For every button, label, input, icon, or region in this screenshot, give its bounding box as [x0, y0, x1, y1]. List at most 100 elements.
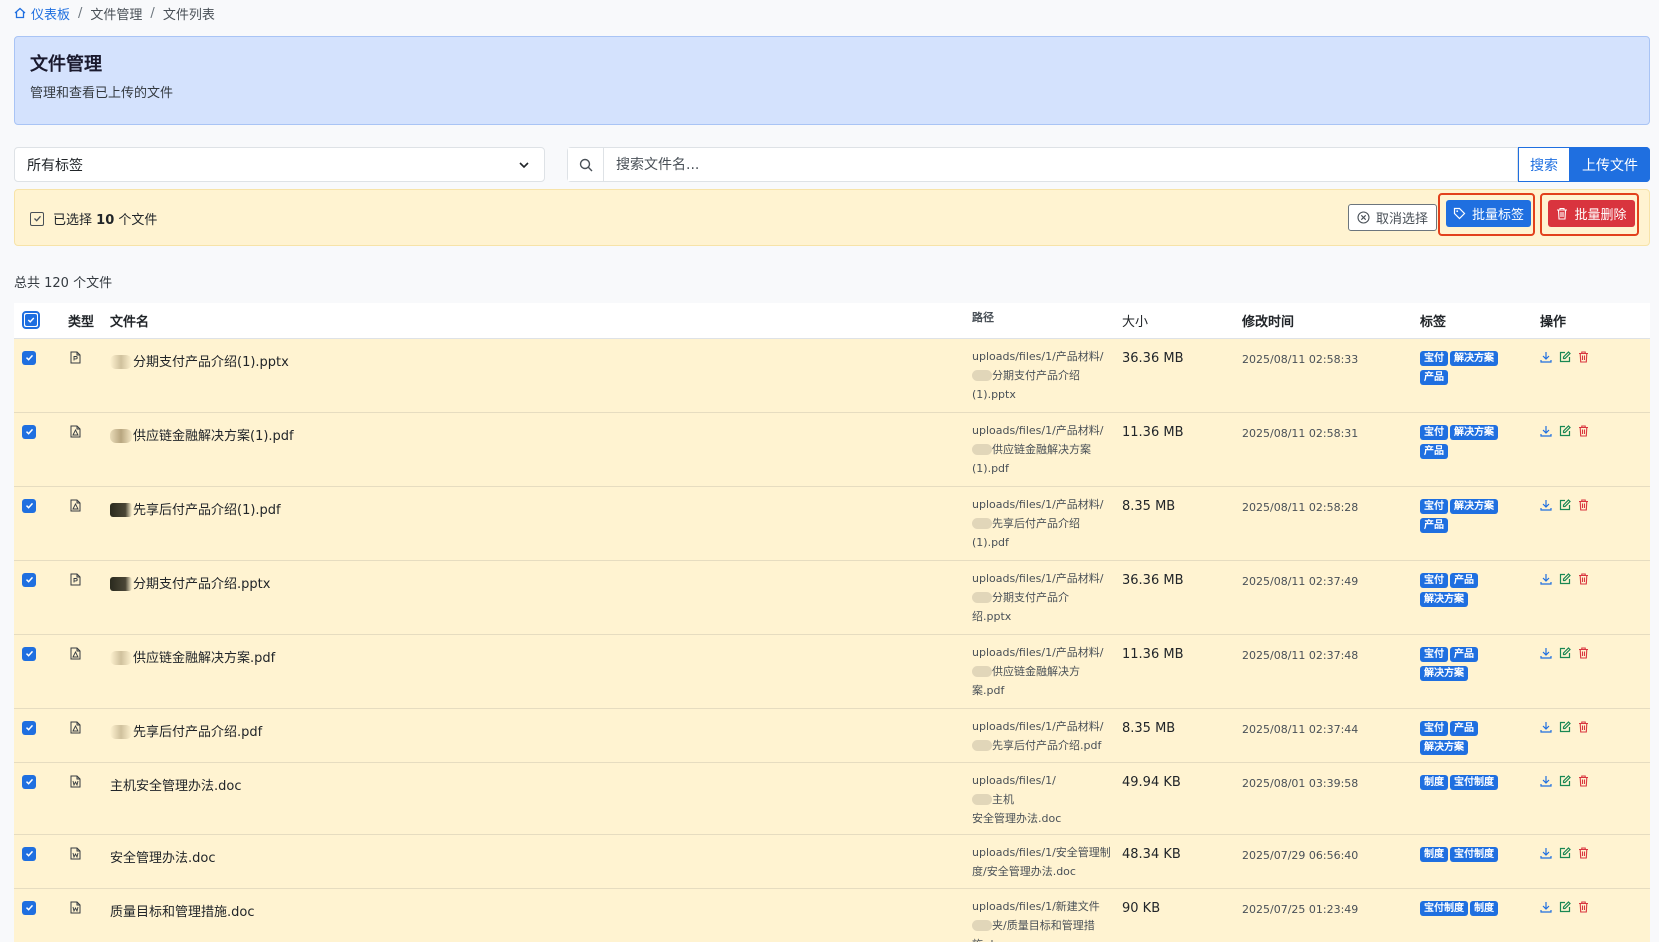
file-path-b: 分期支付产品介绍	[992, 368, 1080, 382]
tag-filter-select[interactable]: 所有标签	[14, 147, 545, 182]
delete-icon[interactable]	[1578, 498, 1589, 515]
table-row[interactable]: 先享后付产品介绍(1).pdf uploads/files/1/产品材料/ 先享…	[14, 486, 1650, 561]
delete-icon[interactable]	[1578, 720, 1589, 737]
row-checkbox[interactable]	[22, 774, 36, 789]
file-size: 11.36 MB	[1122, 424, 1184, 440]
row-checkbox[interactable]	[22, 900, 36, 915]
table-row[interactable]: 分期支付产品介绍.pptx uploads/files/1/产品材料/ 分期支付…	[14, 560, 1650, 635]
row-checkbox[interactable]	[22, 498, 36, 513]
highlight-box-batch-tag: 批量标签	[1438, 193, 1535, 236]
file-name[interactable]: 分期支付产品介绍.pptx	[133, 577, 270, 592]
file-size: 36.36 MB	[1122, 350, 1184, 366]
file-modified-time: 2025/07/25 01:23:49	[1242, 902, 1359, 916]
file-tags: 宝付制度 制度	[1420, 900, 1540, 919]
row-checkbox[interactable]	[22, 572, 36, 587]
search-input[interactable]	[603, 147, 1518, 182]
edit-icon[interactable]	[1559, 498, 1571, 515]
select-all-checkbox[interactable]	[22, 311, 40, 330]
selection-prefix: 已选择	[53, 213, 93, 228]
header-name: 文件名	[110, 303, 972, 339]
file-size: 48.34 KB	[1122, 846, 1181, 862]
cancel-selection-label: 取消选择	[1375, 212, 1428, 227]
row-checkbox[interactable]	[22, 646, 36, 661]
batch-tag-button[interactable]: 批量标签	[1446, 200, 1531, 227]
tag-badge: 宝付	[1420, 350, 1448, 366]
selection-suffix: 个文件	[118, 213, 158, 228]
tag-badge: 解决方案	[1450, 498, 1498, 514]
download-icon[interactable]	[1540, 647, 1552, 663]
row-checkbox[interactable]	[22, 424, 36, 439]
edit-icon[interactable]	[1559, 350, 1571, 367]
file-name[interactable]: 质量目标和管理措施.doc	[110, 905, 255, 920]
table-row[interactable]: 安全管理办法.doc uploads/files/1/安全管理制 度/安全管理办…	[14, 834, 1650, 889]
delete-icon[interactable]	[1578, 900, 1589, 917]
row-actions	[1540, 424, 1650, 441]
file-tags: 宝付 解决方案 产品	[1420, 498, 1540, 536]
search-button[interactable]: 搜索	[1518, 147, 1570, 182]
delete-icon[interactable]	[1578, 774, 1589, 791]
file-tags: 宝付 产品 解决方案	[1420, 572, 1540, 610]
highlight-box-batch-delete: 批量删除	[1540, 193, 1639, 236]
batch-delete-button[interactable]: 批量删除	[1548, 200, 1635, 227]
delete-icon[interactable]	[1578, 646, 1589, 663]
download-icon[interactable]	[1540, 901, 1552, 917]
file-size: 36.36 MB	[1122, 572, 1184, 588]
row-checkbox[interactable]	[22, 720, 36, 735]
download-icon[interactable]	[1540, 425, 1552, 441]
file-name[interactable]: 主机安全管理办法.doc	[110, 779, 242, 794]
selection-status: 已选择 10 个文件	[30, 209, 157, 228]
edit-icon[interactable]	[1559, 720, 1571, 737]
edit-icon[interactable]	[1559, 846, 1571, 863]
file-name[interactable]: 安全管理办法.doc	[110, 851, 216, 866]
download-icon[interactable]	[1540, 499, 1552, 515]
edit-icon[interactable]	[1559, 572, 1571, 589]
download-icon[interactable]	[1540, 573, 1552, 589]
file-name[interactable]: 供应链金融解决方案(1).pdf	[133, 429, 294, 444]
row-actions	[1540, 774, 1650, 791]
word-file-icon	[70, 901, 81, 918]
edit-icon[interactable]	[1559, 774, 1571, 791]
file-name[interactable]: 分期支付产品介绍(1).pptx	[133, 355, 289, 370]
table-row[interactable]: 质量目标和管理措施.doc uploads/files/1/新建文件 夹/质量目…	[14, 888, 1650, 942]
table-row[interactable]: 分期支付产品介绍(1).pptx uploads/files/1/产品材料/ 分…	[14, 338, 1650, 413]
file-name[interactable]: 先享后付产品介绍.pdf	[133, 725, 262, 740]
tag-badge: 解决方案	[1420, 739, 1468, 755]
tag-badge: 宝付	[1420, 424, 1448, 440]
file-tags: 宝付 解决方案 产品	[1420, 424, 1540, 462]
download-icon[interactable]	[1540, 721, 1552, 737]
edit-icon[interactable]	[1559, 900, 1571, 917]
breadcrumb-home-label: 仪表板	[31, 7, 71, 23]
tag-badge: 制度	[1420, 774, 1448, 790]
upload-file-button[interactable]: 上传文件	[1570, 147, 1650, 182]
breadcrumb-level2[interactable]: 文件管理	[90, 4, 142, 23]
download-icon[interactable]	[1540, 775, 1552, 791]
pdf-file-icon	[70, 721, 81, 738]
row-actions	[1540, 900, 1650, 917]
edit-icon[interactable]	[1559, 424, 1571, 441]
download-icon[interactable]	[1540, 351, 1552, 367]
row-checkbox[interactable]	[22, 350, 36, 365]
delete-icon[interactable]	[1578, 572, 1589, 589]
file-path-a: uploads/files/1/产品材料/	[972, 497, 1104, 511]
breadcrumb-home-link[interactable]: 仪表板	[14, 4, 70, 23]
cancel-selection-button[interactable]: 取消选择	[1348, 204, 1437, 231]
batch-tag-label: 批量标签	[1471, 208, 1524, 223]
header-time: 修改时间	[1242, 303, 1420, 339]
file-path-a: uploads/files/1/产品材料/	[972, 423, 1104, 437]
header-ops: 操作	[1540, 303, 1650, 339]
table-row[interactable]: 先享后付产品介绍.pdf uploads/files/1/产品材料/ 先享后付产…	[14, 708, 1650, 763]
file-tags: 宝付 产品 解决方案	[1420, 646, 1540, 684]
table-row[interactable]: 供应链金融解决方案(1).pdf uploads/files/1/产品材料/ 供…	[14, 412, 1650, 487]
table-row[interactable]: 供应链金融解决方案.pdf uploads/files/1/产品材料/ 供应链金…	[14, 634, 1650, 709]
file-tags: 宝付 产品 解决方案	[1420, 720, 1540, 758]
delete-icon[interactable]	[1578, 846, 1589, 863]
delete-icon[interactable]	[1578, 350, 1589, 367]
file-name[interactable]: 供应链金融解决方案.pdf	[133, 651, 275, 666]
row-checkbox[interactable]	[22, 846, 36, 861]
edit-icon[interactable]	[1559, 646, 1571, 663]
file-name[interactable]: 先享后付产品介绍(1).pdf	[133, 503, 281, 518]
pdf-file-icon	[70, 499, 81, 516]
delete-icon[interactable]	[1578, 424, 1589, 441]
table-row[interactable]: 主机安全管理办法.doc uploads/files/1/ 主机 安全管理办法.…	[14, 762, 1650, 835]
download-icon[interactable]	[1540, 847, 1552, 863]
